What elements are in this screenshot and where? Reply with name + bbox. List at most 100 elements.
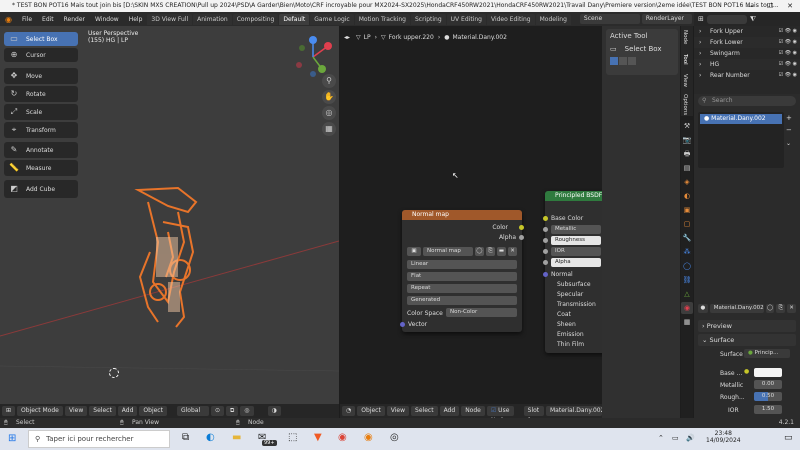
object-tab-icon[interactable]: ▢ <box>681 218 693 230</box>
modifier-tab-icon[interactable]: 🔧 <box>681 232 693 244</box>
outliner-row[interactable]: › HG ☑ 👁 ◉ <box>694 59 800 70</box>
metallic-value[interactable]: 0.00 <box>754 380 782 389</box>
orientation-dropdown[interactable]: Global <box>176 406 209 416</box>
mode-extend-icon[interactable] <box>619 57 627 65</box>
object-expand-icon[interactable]: › <box>699 48 701 59</box>
material-slot-list[interactable]: ● Material.Dany.002 <box>698 112 784 168</box>
tab-default[interactable]: Default <box>279 13 310 25</box>
outliner-row[interactable]: › Swingarm ☑ 👁 ◉ <box>694 48 800 59</box>
view-layer-tab-icon[interactable]: ▤ <box>681 162 693 174</box>
notification-icon[interactable]: ▭ <box>784 433 793 443</box>
tab-tool[interactable]: Tool <box>682 54 688 65</box>
object-expand-icon[interactable]: › <box>699 37 701 48</box>
visibility-icons[interactable]: ☑ 👁 ◉ <box>779 48 797 59</box>
metallic-socket[interactable] <box>543 227 548 232</box>
object-menu[interactable]: Object <box>139 406 167 416</box>
store-icon[interactable]: ⬚ <box>288 432 297 443</box>
filter-funnel-icon[interactable]: ⧨ <box>750 15 756 24</box>
base-color-swatch[interactable] <box>754 368 782 377</box>
projection-dropdown[interactable]: Flat <box>407 272 517 281</box>
base-color-socket-icon[interactable]: ● <box>744 368 752 377</box>
add-slot-icon[interactable]: + <box>786 114 792 122</box>
breadcrumb-object[interactable]: LP <box>364 34 371 41</box>
tab-scripting[interactable]: Scripting <box>410 13 446 25</box>
roughness-value[interactable]: 0.50 <box>754 392 782 401</box>
visibility-icons[interactable]: ☑ 👁 ◉ <box>779 70 797 81</box>
tab-compositing[interactable]: Compositing <box>232 13 279 25</box>
remove-slot-icon[interactable]: − <box>786 126 792 134</box>
tab-modeling[interactable]: Modeling <box>535 13 571 25</box>
source-dropdown[interactable]: Generated <box>407 296 517 305</box>
node-add-menu[interactable]: Add <box>439 406 460 416</box>
editor-type-icon[interactable]: ⊞ <box>2 406 16 416</box>
base-color-socket[interactable] <box>543 216 548 221</box>
taskbar-search-box[interactable]: ⚲ Taper ici pour rechercher <box>28 430 170 448</box>
close-icon[interactable]: ✕ <box>780 0 800 12</box>
ior-socket[interactable] <box>543 249 548 254</box>
color-space-dropdown[interactable]: Non-Color <box>446 308 517 317</box>
volume-icon[interactable]: 🔊 <box>686 434 695 442</box>
proportional-icon[interactable]: ◎ <box>240 406 254 416</box>
chrome-icon[interactable]: ◉ <box>338 432 347 443</box>
particles-tab-icon[interactable]: ⁂ <box>681 246 693 258</box>
tab-view[interactable]: View <box>682 74 688 87</box>
outliner-filter-icon[interactable]: ⊞ <box>698 15 704 23</box>
mode-subtract-icon[interactable] <box>628 57 636 65</box>
open-folder-icon[interactable]: ▬ <box>497 247 506 256</box>
input-ior[interactable]: IOR <box>551 247 601 256</box>
outliner-search[interactable] <box>706 14 747 24</box>
select-menu[interactable]: Select <box>89 406 116 416</box>
input-vector-socket[interactable] <box>400 322 405 327</box>
properties-search[interactable]: ⚲ Search <box>698 96 796 106</box>
tab-game-logic[interactable]: Game Logic <box>310 13 354 25</box>
minimize-icon[interactable]: — <box>740 0 760 12</box>
material-slot-item[interactable]: ● Material.Dany.002 <box>700 114 782 124</box>
input-metallic[interactable]: Metallic <box>551 225 601 234</box>
object-expand-icon[interactable]: › <box>699 59 701 70</box>
image-icon[interactable]: ▣ <box>407 247 421 256</box>
output-color-socket[interactable] <box>519 225 524 230</box>
normal-socket[interactable] <box>543 272 548 277</box>
tray-chevron-icon[interactable]: ⌃ <box>658 434 664 442</box>
visibility-icons[interactable]: ☑ 👁 ◉ <box>779 37 797 48</box>
windows-start-icon[interactable]: ⊞ <box>8 433 16 444</box>
constraints-tab-icon[interactable]: ⛓ <box>681 274 693 286</box>
unlink-material-icon[interactable]: ✕ <box>787 304 796 313</box>
normal-map-node[interactable]: Normal map Color Alpha ▣ Normal map ◯ ⎘ … <box>400 210 524 332</box>
outliner-row[interactable]: › Fork Lower ☑ 👁 ◉ <box>694 37 800 48</box>
tab-animation[interactable]: Animation <box>193 13 232 25</box>
panel-sheen[interactable]: Sheen <box>557 321 576 328</box>
texture-tab-icon[interactable]: ▦ <box>681 316 693 328</box>
world-tab-icon[interactable]: ◐ <box>681 190 693 202</box>
preview-panel[interactable]: › Preview <box>698 320 796 332</box>
tab-node[interactable]: Node <box>682 30 688 44</box>
tab-motion-tracking[interactable]: Motion Tracking <box>354 13 410 25</box>
outliner-row[interactable]: › Fork Upper ☑ 👁 ◉ <box>694 26 800 37</box>
duplicate-icon[interactable]: ⎘ <box>776 304 786 313</box>
roughness-socket[interactable] <box>543 238 548 243</box>
view-layer-selector[interactable]: RenderLayer <box>641 14 692 24</box>
tool-tab-icon[interactable]: ⚒ <box>681 120 693 132</box>
menu-window[interactable]: Window <box>90 16 124 23</box>
node-menu[interactable]: Node <box>461 406 485 416</box>
view-menu[interactable]: View <box>65 406 88 416</box>
motorcycle-rider-model[interactable] <box>118 182 218 332</box>
ior-value[interactable]: 1.50 <box>754 405 782 414</box>
fake-user-icon[interactable]: ◯ <box>475 247 484 256</box>
output-tab-icon[interactable]: 🖶 <box>681 148 693 160</box>
task-view-icon[interactable]: ⧉ <box>182 432 189 443</box>
outliner-row[interactable]: › Rear Number ☑ 👁 ◉ <box>694 70 800 81</box>
object-expand-icon[interactable]: › <box>699 70 701 81</box>
panel-transmission[interactable]: Transmission <box>557 301 596 308</box>
visibility-icons[interactable]: ☑ 👁 ◉ <box>779 59 797 70</box>
surface-shader-field[interactable]: ● Princip... <box>744 349 790 358</box>
physics-tab-icon[interactable]: ◯ <box>681 260 693 272</box>
alpha-socket[interactable] <box>543 260 548 265</box>
use-nodes-checkbox[interactable]: ☑ Use Nodes <box>486 406 514 418</box>
shading-icon[interactable]: ◑ <box>267 406 281 416</box>
blender-logo-icon[interactable]: ◉ <box>0 15 17 24</box>
scene-tab-icon[interactable]: ◈ <box>681 176 693 188</box>
shader-type-dropdown[interactable]: Object <box>357 406 385 416</box>
input-roughness[interactable]: Roughness <box>551 236 601 245</box>
extension-dropdown[interactable]: Repeat <box>407 284 517 293</box>
